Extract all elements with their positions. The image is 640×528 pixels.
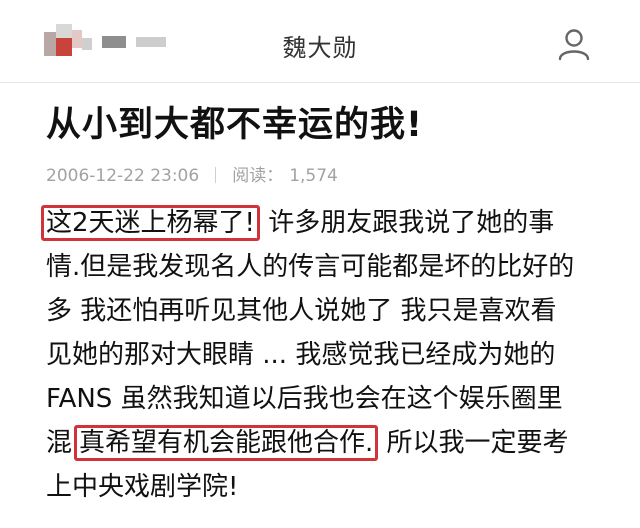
body-line: 情.但是我发现名人的传言可能都是坏的比好的 — [46, 252, 575, 282]
header-title: 魏大勋 — [282, 34, 358, 62]
body-line: 混真希望有机会能跟他合作. 所以我一定要考 — [46, 421, 606, 465]
highlighted-phrase: 真希望有机会能跟他合作. — [74, 425, 379, 461]
body-line: 这2天迷上杨幂了! 许多朋友跟我说了她的事 — [41, 201, 606, 245]
article-datetime: 2006-12-22 23:06 — [46, 166, 200, 186]
body-text-segment: 混 — [46, 428, 73, 458]
highlighted-phrase: 这2天迷上杨幂了! — [41, 205, 260, 241]
body-text-segment: 许多朋友跟我说了她的事 — [268, 208, 555, 238]
user-icon[interactable] — [556, 26, 592, 62]
meta-separator — [215, 167, 217, 183]
article-title: 从小到大都不幸运的我! — [46, 105, 423, 145]
article-body: 这2天迷上杨幂了! 许多朋友跟我说了她的事 情.但是我发现名人的传言可能都是坏的… — [41, 201, 606, 509]
body-line: 多 我还怕再听见其他人说她了 我只是喜欢看 — [46, 296, 557, 326]
header-bar: 魏大勋 — [0, 0, 640, 80]
header-divider — [0, 82, 640, 83]
reads-count: 1,574 — [289, 166, 338, 186]
body-line: 见她的那对大眼睛 ... 我感觉我已经成为她的 — [46, 340, 556, 370]
article-meta: 2006-12-22 23:06 阅读： 1,574 — [46, 161, 338, 186]
body-text-segment: 所以我一定要考 — [386, 428, 569, 458]
body-line: 上中央戏剧学院! — [46, 472, 239, 502]
body-line: FANS 虽然我知道以后我也会在这个娱乐圈里 — [46, 384, 563, 414]
reads-label: 阅读： — [232, 166, 284, 186]
